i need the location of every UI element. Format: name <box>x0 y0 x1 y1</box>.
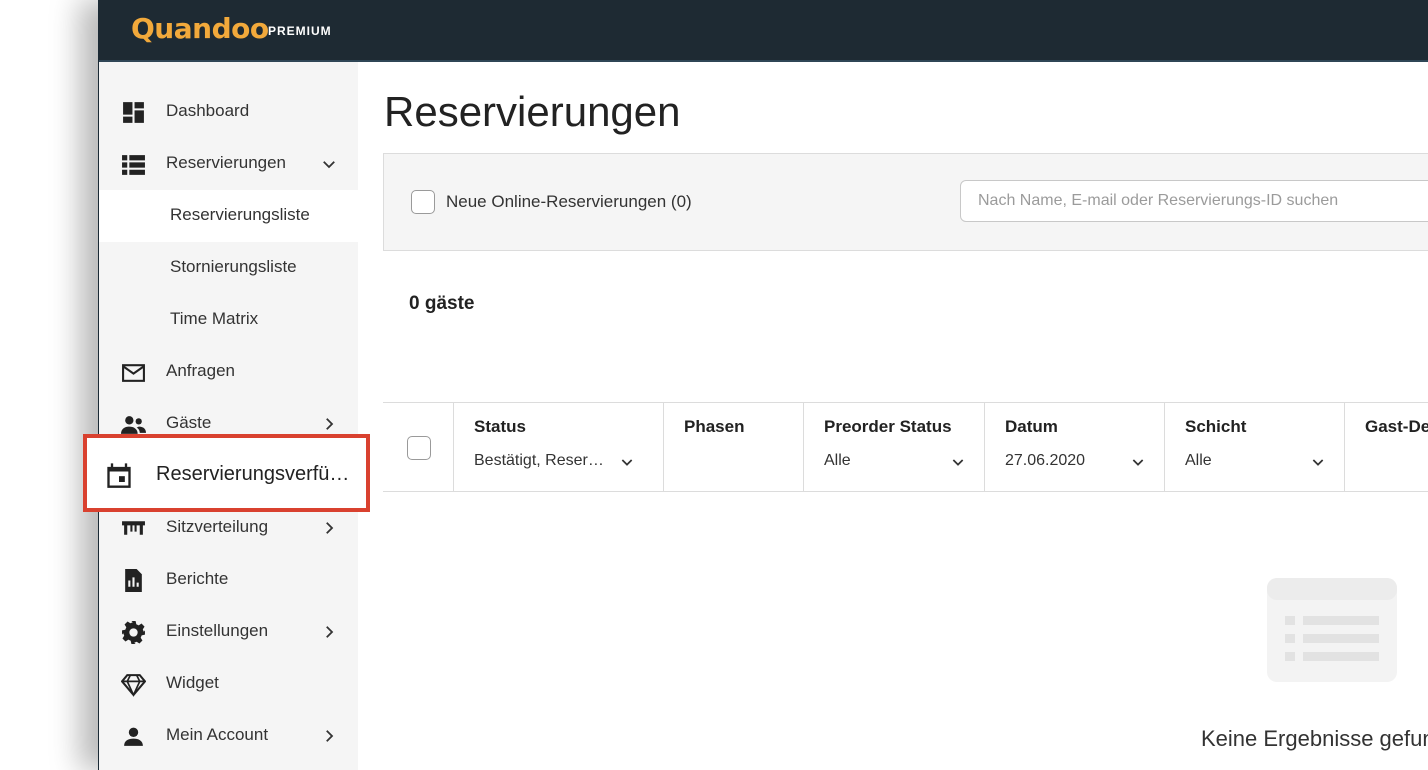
desktop-background <box>0 0 98 770</box>
sidebar-item-label: Anfragen <box>166 361 235 380</box>
sidebar-subitem-stornierungsliste[interactable]: Stornierungsliste <box>99 242 358 294</box>
empty-list-icon <box>1267 578 1397 682</box>
main-content: Reservierungen Neue Online-Reservierunge… <box>358 62 1428 770</box>
chevron-right-icon[interactable] <box>320 727 338 745</box>
report-icon <box>125 569 142 592</box>
column-filter-value: 27.06.2020 <box>1005 452 1086 469</box>
top-bar: Quandoo PREMIUM <box>99 0 1428 62</box>
new-online-checkbox[interactable] <box>411 190 435 214</box>
sidebar-item-label: Widget <box>166 673 219 692</box>
sidebar-item-label: Mein Account <box>166 725 269 744</box>
mail-icon <box>122 364 145 382</box>
calendar-icon <box>107 463 131 488</box>
sidebar-item-einstellungen[interactable]: Einstellungen <box>99 606 358 658</box>
chevron-down-icon[interactable] <box>950 454 966 470</box>
new-online-label[interactable]: Neue Online-Reservierungen (0) <box>446 192 692 212</box>
search-input[interactable] <box>976 191 1428 211</box>
column-header: Preorder Status <box>824 417 952 436</box>
chevron-right-icon[interactable] <box>320 623 338 641</box>
page-title: Reservierungen <box>384 88 681 135</box>
premium-badge: PREMIUM <box>268 24 332 38</box>
chevron-down-icon[interactable] <box>1310 454 1326 470</box>
column-schicht[interactable]: Schicht Alle <box>1164 403 1345 491</box>
sidebar-item-dashboard[interactable]: Dashboard <box>99 86 358 138</box>
sidebar-item-label: Berichte <box>166 569 229 588</box>
column-header: Schicht <box>1185 417 1247 436</box>
column-filter-value: Alle <box>824 452 851 469</box>
chevron-right-icon[interactable] <box>320 415 338 433</box>
sidebar-item-label: Sitzverteilung <box>166 517 269 536</box>
sidebar-subitem-time-matrix[interactable]: Time Matrix <box>99 294 358 346</box>
sidebar-item-reservierungsverfuegbarkeit[interactable]: Reservierungsverfü… <box>83 434 370 512</box>
sidebar-item-mein-account[interactable]: Mein Account <box>99 710 358 762</box>
column-header: Phasen <box>684 417 745 436</box>
column-filter-value: Bestätigt, Reser… <box>474 452 604 469</box>
sidebar-item-label: Einstellungen <box>166 621 269 640</box>
empty-state-message: Keine Ergebnisse gefunden <box>1201 726 1428 751</box>
sidebar-item-label: Dashboard <box>166 101 250 120</box>
sidebar-item-reservierungen[interactable]: Reservierungen <box>99 138 358 190</box>
quandoo-logo[interactable]: Quandoo <box>131 12 269 45</box>
dashboard-icon <box>123 102 144 123</box>
sidebar-item-label: Reservierungsverfü… <box>156 463 350 485</box>
column-datum[interactable]: Datum 27.06.2020 <box>984 403 1165 491</box>
list-icon <box>122 155 145 175</box>
sidebar-item-berichte[interactable]: Berichte <box>99 554 358 606</box>
sidebar-subitem-label: Time Matrix <box>170 309 259 328</box>
person-icon <box>124 727 143 746</box>
gear-icon <box>122 621 145 644</box>
filter-bar: Neue Online-Reservierungen (0) <box>383 153 1428 251</box>
sidebar-subitem-reservierungsliste[interactable]: Reservierungsliste <box>99 190 358 242</box>
guest-count: 0 gäste <box>409 293 475 314</box>
column-gast-details[interactable]: Gast-De <box>1344 403 1428 491</box>
sidebar-subitem-label: Stornierungsliste <box>170 257 297 276</box>
sidebar-item-anfragen[interactable]: Anfragen <box>99 346 358 398</box>
chevron-right-icon[interactable] <box>320 519 338 537</box>
chevron-down-icon[interactable] <box>320 155 338 173</box>
chevron-down-icon[interactable] <box>619 454 635 470</box>
diamond-icon <box>121 674 146 697</box>
sidebar-item-label: Gäste <box>166 413 212 432</box>
chevron-down-icon[interactable] <box>1130 454 1146 470</box>
column-header: Gast-De <box>1365 417 1428 436</box>
table-icon <box>122 521 145 535</box>
sidebar-subitem-label: Reservierungsliste <box>170 205 310 224</box>
select-all-checkbox[interactable] <box>407 436 431 460</box>
app-window: Quandoo PREMIUM Dashboard Reservierungen… <box>98 0 1428 770</box>
search-field[interactable] <box>960 180 1428 222</box>
column-preorder-status[interactable]: Preorder Status Alle <box>803 403 985 491</box>
sidebar: Dashboard Reservierungen Reservierungsli… <box>99 62 358 770</box>
sidebar-item-widget[interactable]: Widget <box>99 658 358 710</box>
column-phasen[interactable]: Phasen <box>663 403 804 491</box>
table-header: Status Bestätigt, Reser… Phasen Preorder… <box>383 402 1428 492</box>
column-header: Status <box>474 417 526 436</box>
sidebar-item-label: Reservierungen <box>166 153 287 172</box>
column-status[interactable]: Status Bestätigt, Reser… <box>453 403 664 491</box>
column-filter-value: Alle <box>1185 452 1212 469</box>
column-header: Datum <box>1005 417 1058 436</box>
